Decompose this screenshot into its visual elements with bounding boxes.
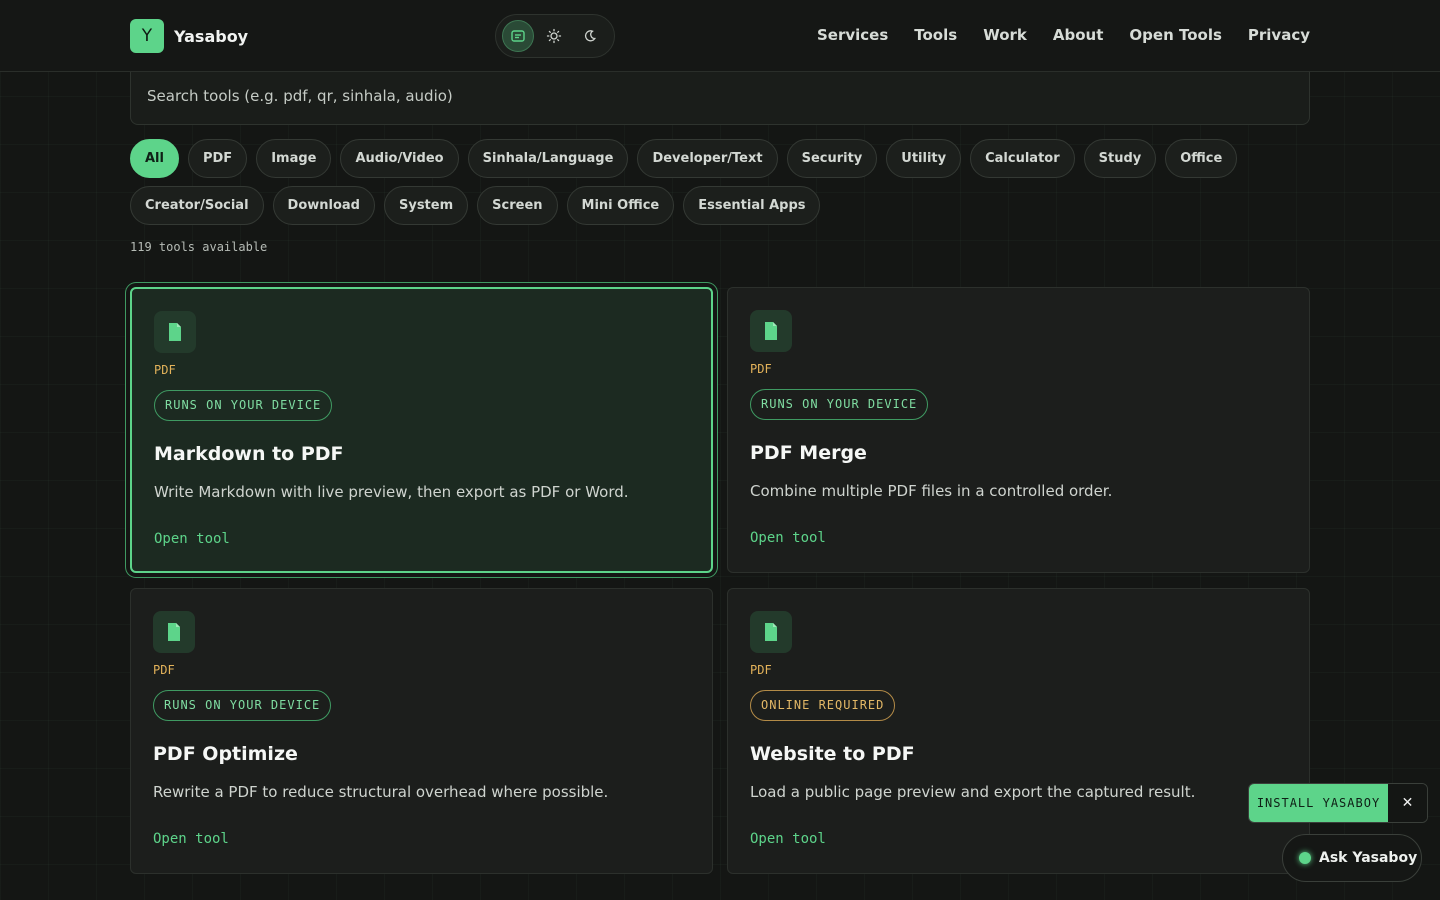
install-button[interactable]: INSTALL YASABOY [1249, 784, 1388, 822]
nav-work[interactable]: Work [983, 26, 1027, 44]
filter-study[interactable]: Study [1083, 139, 1157, 178]
filter-audio-video[interactable]: Audio/Video [340, 139, 459, 178]
brand[interactable]: Y Yasaboy [130, 19, 248, 53]
light-theme-button[interactable] [538, 20, 570, 52]
card-title: Markdown to PDF [154, 443, 344, 465]
filter-all[interactable]: All [130, 139, 179, 178]
theme-switcher [495, 14, 615, 58]
ask-label: Ask Yasaboy [1319, 850, 1418, 866]
tool-card-markdown-to-pdf[interactable]: PDF RUNS ON YOUR DEVICE Markdown to PDF … [130, 287, 713, 573]
filter-screen[interactable]: Screen [477, 186, 558, 225]
filter-sinhala-language[interactable]: Sinhala/Language [467, 139, 629, 178]
file-icon [750, 310, 792, 352]
open-tool-link[interactable]: Open tool [154, 531, 689, 547]
filter-pdf[interactable]: PDF [187, 139, 248, 178]
dark-theme-button[interactable] [574, 20, 606, 52]
filter-essential-apps[interactable]: Essential Apps [683, 186, 821, 225]
device-badge: RUNS ON YOUR DEVICE [153, 690, 332, 721]
filter-utility[interactable]: Utility [886, 139, 962, 178]
install-prompt: INSTALL YASABOY ✕ [1248, 783, 1428, 823]
card-title: PDF Merge [750, 442, 867, 464]
filter-security[interactable]: Security [786, 139, 878, 178]
tool-search-input[interactable]: Search tools (e.g. pdf, qr, sinhala, aud… [130, 72, 1310, 125]
main-nav: Services Tools Work About Open Tools Pri… [817, 26, 1310, 44]
filter-developer-text[interactable]: Developer/Text [637, 139, 778, 178]
close-icon[interactable]: ✕ [1388, 784, 1427, 822]
nav-services[interactable]: Services [817, 26, 888, 44]
site-header: Y Yasaboy Services Tools Work About Open… [0, 0, 1440, 72]
filter-office[interactable]: Office [1165, 139, 1238, 178]
filter-image[interactable]: Image [256, 139, 332, 178]
open-tool-link[interactable]: Open tool [750, 530, 1287, 546]
status-dot [1299, 852, 1311, 864]
tool-card-pdf-merge[interactable]: PDF RUNS ON YOUR DEVICE PDF Merge Combin… [727, 287, 1310, 573]
filter-system[interactable]: System [383, 186, 469, 225]
filter-creator-social[interactable]: Creator/Social [130, 186, 264, 225]
nav-open-tools[interactable]: Open Tools [1129, 26, 1221, 44]
ask-assistant-button[interactable]: Ask Yasaboy [1282, 834, 1422, 882]
card-category: PDF [750, 663, 772, 677]
system-icon [511, 30, 525, 42]
filter-mini-office[interactable]: Mini Office [566, 186, 675, 225]
open-tool-link[interactable]: Open tool [750, 831, 1287, 847]
tool-card-website-to-pdf[interactable]: PDF ONLINE REQUIRED Website to PDF Load … [727, 588, 1310, 874]
card-category: PDF [154, 363, 176, 377]
device-badge: RUNS ON YOUR DEVICE [154, 390, 333, 421]
tool-count: 119 tools available [130, 240, 268, 254]
brand-logo: Y [130, 19, 164, 53]
nav-tools[interactable]: Tools [914, 26, 957, 44]
category-filters: All PDF Image Audio/Video Sinhala/Langua… [130, 139, 1310, 225]
device-badge: RUNS ON YOUR DEVICE [750, 389, 929, 420]
file-icon [154, 311, 196, 353]
file-icon [153, 611, 195, 653]
nav-about[interactable]: About [1053, 26, 1104, 44]
filter-download[interactable]: Download [272, 186, 375, 225]
card-title: PDF Optimize [153, 743, 298, 765]
card-description: Load a public page preview and export th… [750, 783, 1196, 801]
sun-icon [546, 28, 562, 44]
filter-calculator[interactable]: Calculator [970, 139, 1075, 178]
card-description: Rewrite a PDF to reduce structural overh… [153, 783, 609, 801]
card-category: PDF [153, 663, 175, 677]
file-icon [750, 611, 792, 653]
card-title: Website to PDF [750, 743, 915, 765]
system-theme-button[interactable] [502, 20, 534, 52]
card-category: PDF [750, 362, 772, 376]
nav-privacy[interactable]: Privacy [1248, 26, 1310, 44]
open-tool-link[interactable]: Open tool [153, 831, 690, 847]
online-required-badge: ONLINE REQUIRED [750, 690, 896, 721]
brand-name: Yasaboy [174, 26, 249, 46]
card-description: Write Markdown with live preview, then e… [154, 483, 629, 501]
moon-icon [584, 30, 596, 42]
tool-card-pdf-optimize[interactable]: PDF RUNS ON YOUR DEVICE PDF Optimize Rew… [130, 588, 713, 874]
card-description: Combine multiple PDF files in a controll… [750, 482, 1113, 500]
